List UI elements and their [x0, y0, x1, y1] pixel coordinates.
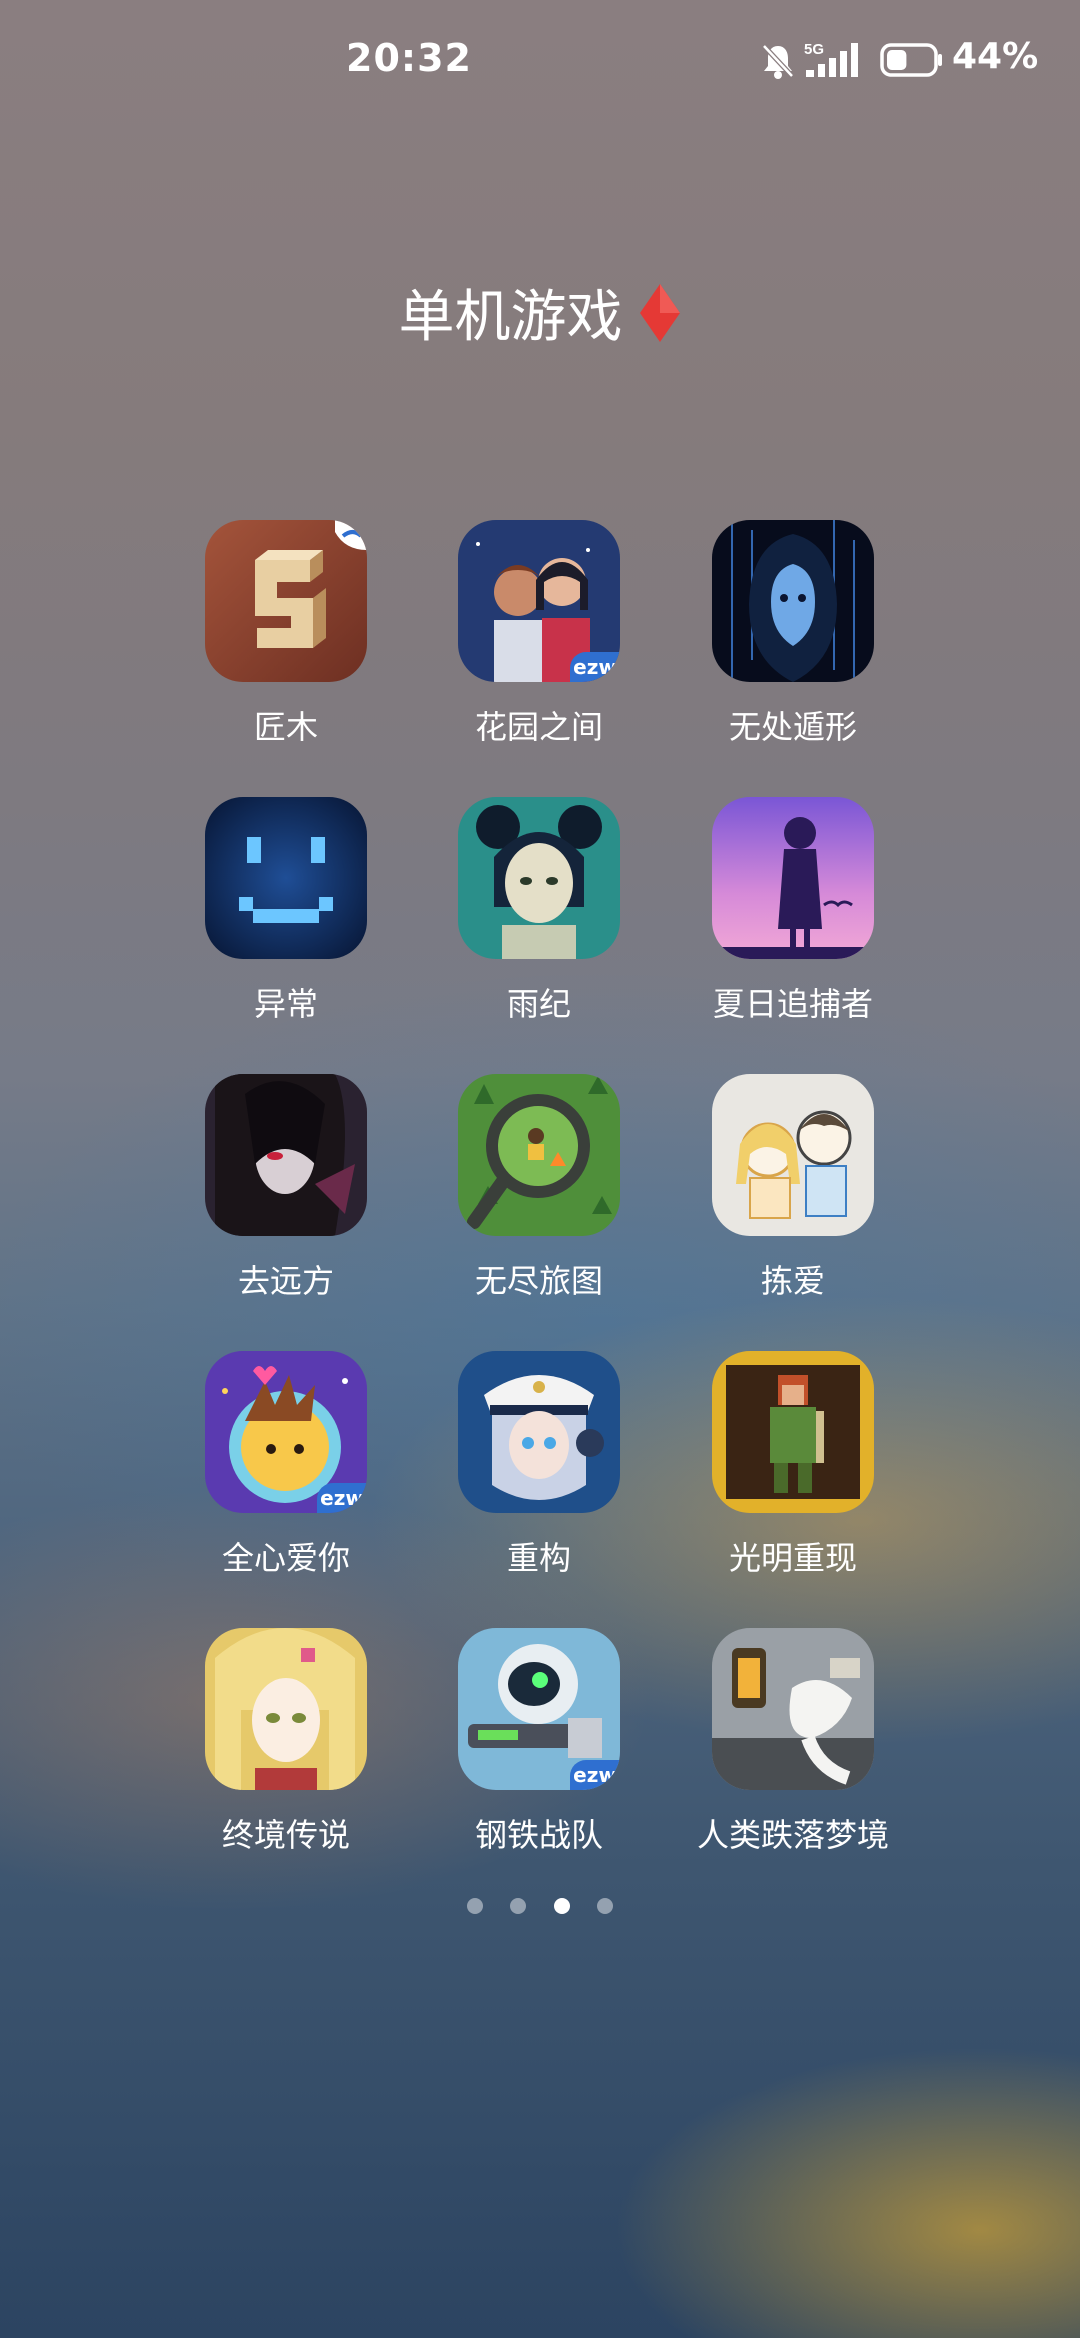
- app-yichang[interactable]: 异常: [155, 797, 415, 1037]
- anime-captain-girl-icon: [458, 1351, 620, 1513]
- ezw-badge: ezw: [317, 1483, 367, 1513]
- app-wuchudunxing[interactable]: 无处遁形: [662, 520, 922, 760]
- pixel-smiley-icon: [205, 797, 367, 959]
- ezw-badge: ezw: [570, 652, 620, 682]
- app-quanxinaini[interactable]: ezw 全心爱你: [155, 1351, 415, 1591]
- app-yuji[interactable]: 雨纪: [408, 797, 668, 1037]
- app-label: 光明重现: [728, 1539, 857, 1577]
- magnifier-forest-icon: [458, 1074, 620, 1236]
- app-label: 雨纪: [506, 985, 571, 1023]
- app-label: 匠木: [253, 708, 318, 746]
- app-label: 花园之间: [474, 708, 603, 746]
- purple-sunset-silhouette-icon: [712, 797, 874, 959]
- page-dot[interactable]: [510, 1898, 527, 1914]
- app-jianai[interactable]: 拣爱: [662, 1074, 922, 1314]
- boy-in-space-icon: ezw: [205, 1351, 367, 1513]
- page-dot-active[interactable]: [553, 1898, 570, 1914]
- app-gangtiezhandui[interactable]: ezw 钢铁战队: [408, 1628, 668, 1868]
- app-huayuanzhijian[interactable]: ezw 花园之间: [408, 520, 668, 760]
- app-label: 夏日追捕者: [712, 985, 873, 1023]
- app-label: 全心爱你: [221, 1539, 350, 1577]
- app-label: 无尽旅图: [474, 1262, 603, 1300]
- robot-gunner-icon: ezw: [458, 1628, 620, 1790]
- sketch-couple-icon: [712, 1074, 874, 1236]
- app-xiarizhuibuzhe[interactable]: 夏日追捕者: [662, 797, 922, 1037]
- app-guangmingchongxian[interactable]: 光明重现: [662, 1351, 922, 1591]
- ezw-badge: ezw: [570, 1760, 620, 1790]
- lantern-ragdoll-icon: [712, 1628, 874, 1790]
- app-renleidieluomengjing[interactable]: 人类跌落梦境: [662, 1628, 922, 1868]
- app-label: 重构: [506, 1539, 571, 1577]
- girl-portrait-icon: [458, 797, 620, 959]
- app-label: 异常: [253, 985, 318, 1023]
- app-label: 终境传说: [221, 1816, 350, 1854]
- wooden-block-puzzle-icon: [205, 520, 367, 682]
- page-indicator[interactable]: [0, 1898, 1080, 1918]
- blonde-anime-girl-icon: [205, 1628, 367, 1790]
- app-label: 人类跌落梦境: [696, 1816, 889, 1854]
- app-wujinlvtu[interactable]: 无尽旅图: [408, 1074, 668, 1314]
- app-zhongjingchuanshuo[interactable]: 终境传说: [155, 1628, 415, 1868]
- app-chonggou[interactable]: 重构: [408, 1351, 668, 1591]
- page-dot[interactable]: [467, 1898, 484, 1914]
- hooded-figure-matrix-icon: [712, 520, 874, 682]
- app-label: 去远方: [237, 1262, 334, 1300]
- app-label: 钢铁战队: [474, 1816, 603, 1854]
- two-girls-illustration-icon: ezw: [458, 520, 620, 682]
- app-label: 拣爱: [760, 1262, 825, 1300]
- app-grid: 匠木 ezw 花园之间 无处遁形 异常 雨纪 夏日追捕者 去远方 无尽旅图 拣爱…: [0, 0, 1080, 1900]
- app-label: 无处遁形: [728, 708, 857, 746]
- app-jiangmu[interactable]: 匠木: [155, 520, 415, 760]
- dark-anime-girl-icon: [205, 1074, 367, 1236]
- page-dot[interactable]: [596, 1898, 613, 1914]
- app-quyuanfang[interactable]: 去远方: [155, 1074, 415, 1314]
- pixel-warrior-icon: [712, 1351, 874, 1513]
